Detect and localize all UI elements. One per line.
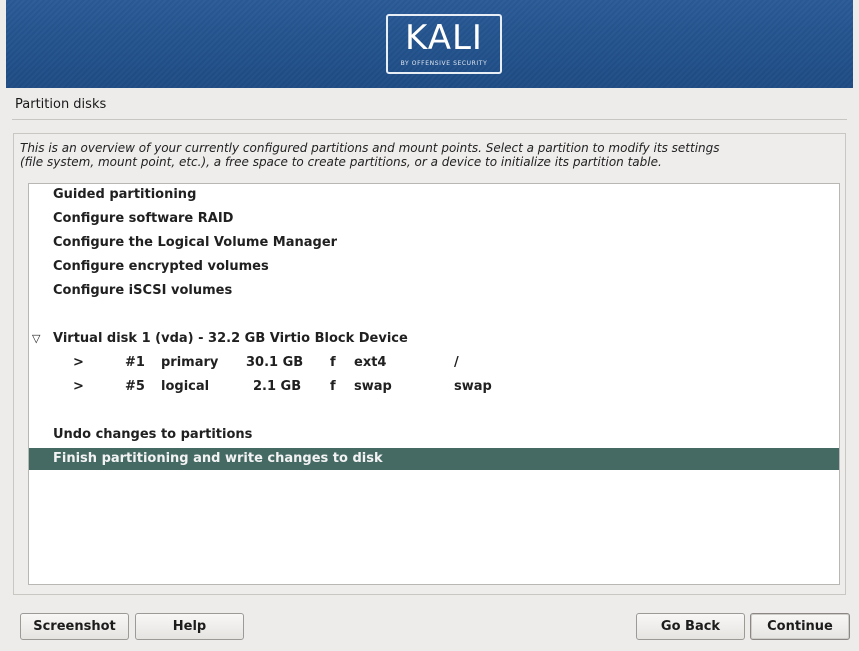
kali-logo: KALI BY OFFENSIVE SECURITY	[386, 14, 502, 74]
option-label: Configure encrypted volumes	[53, 259, 269, 274]
kali-banner: KALI BY OFFENSIVE SECURITY	[6, 0, 853, 88]
option-lvm[interactable]: Configure the Logical Volume Manager	[29, 232, 839, 254]
option-label: Guided partitioning	[53, 187, 197, 202]
option-iscsi-volumes[interactable]: Configure iSCSI volumes	[29, 280, 839, 302]
description-line-1: This is an overview of your currently co…	[20, 141, 720, 155]
page-title: Partition disks	[15, 97, 107, 112]
option-label: Configure the Logical Volume Manager	[53, 235, 338, 250]
partition-type: primary	[161, 355, 219, 370]
continue-button[interactable]: Continue	[750, 613, 850, 640]
screenshot-button[interactable]: Screenshot	[20, 613, 129, 640]
disk-label: Virtual disk 1 (vda) - 32.2 GB Virtio Bl…	[53, 331, 408, 346]
partition-size: 2.1 GB	[253, 379, 302, 394]
option-software-raid[interactable]: Configure software RAID	[29, 208, 839, 230]
help-button[interactable]: Help	[135, 613, 244, 640]
logo-text: KALI	[405, 18, 483, 58]
disk-row-vda[interactable]: ▽ Virtual disk 1 (vda) - 32.2 GB Virtio …	[29, 328, 839, 350]
chevron-right-icon: >	[73, 355, 84, 370]
partition-size: 30.1 GB	[246, 355, 304, 370]
partition-row-1[interactable]: > #1 primary 30.1 GB f ext4 /	[29, 352, 839, 374]
partition-mount-point: /	[454, 355, 459, 370]
partition-list[interactable]: Guided partitioning Configure software R…	[28, 183, 840, 585]
partition-flag: f	[330, 355, 336, 370]
option-label: Finish partitioning and write changes to…	[53, 451, 383, 466]
option-label: Configure iSCSI volumes	[53, 283, 233, 298]
collapse-triangle-icon[interactable]: ▽	[32, 328, 40, 350]
partition-mount-point: swap	[454, 379, 492, 394]
option-label: Configure software RAID	[53, 211, 234, 226]
partition-flag: f	[330, 379, 336, 394]
option-encrypted-volumes[interactable]: Configure encrypted volumes	[29, 256, 839, 278]
option-label: Undo changes to partitions	[53, 427, 253, 442]
description-line-2: (file system, mount point, etc.), a free…	[20, 155, 662, 169]
option-undo-changes[interactable]: Undo changes to partitions	[29, 424, 839, 446]
chevron-right-icon: >	[73, 379, 84, 394]
description-text: This is an overview of your currently co…	[20, 141, 840, 169]
logo-subtext: BY OFFENSIVE SECURITY	[400, 60, 488, 67]
title-divider	[12, 119, 847, 120]
option-finish-partitioning[interactable]: Finish partitioning and write changes to…	[29, 448, 839, 470]
partition-number: #5	[125, 379, 145, 394]
partition-type: logical	[161, 379, 210, 394]
partition-filesystem: swap	[354, 379, 392, 394]
partition-row-5[interactable]: > #5 logical 2.1 GB f swap swap	[29, 376, 839, 398]
partition-filesystem: ext4	[354, 355, 387, 370]
go-back-button[interactable]: Go Back	[636, 613, 745, 640]
partition-number: #1	[125, 355, 145, 370]
option-guided-partitioning[interactable]: Guided partitioning	[29, 184, 839, 206]
